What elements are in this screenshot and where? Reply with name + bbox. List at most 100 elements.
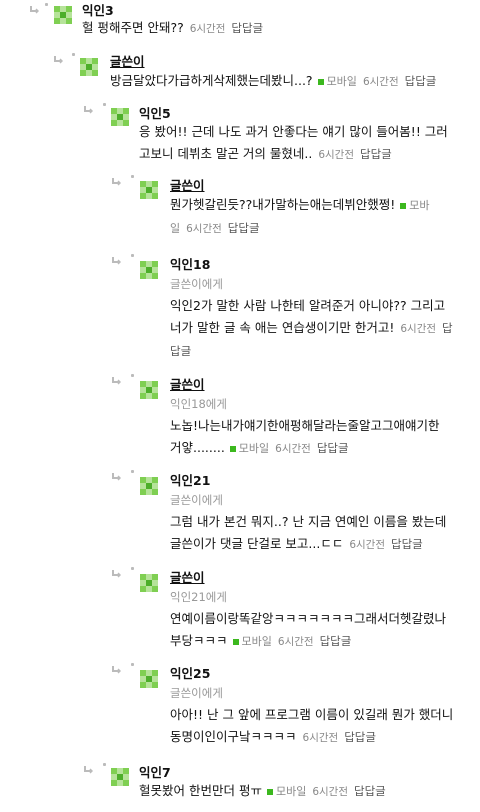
reply-link[interactable]: 답답글	[405, 74, 437, 88]
reply-arrow-icon	[112, 178, 121, 186]
comment-text-line1: 그럼 내가 본건 뭐지..? 난 지금 연예인 이름을 봤는데	[170, 514, 447, 529]
dot-icon	[72, 53, 75, 56]
reply-arrow-icon	[84, 106, 93, 114]
dot-icon	[131, 470, 134, 473]
reply-link[interactable]: 답답글	[360, 147, 392, 161]
reply-arrow-icon	[30, 6, 39, 14]
mobile-label: 모바일	[326, 75, 357, 88]
avatar-icon[interactable]	[140, 181, 158, 199]
comment-body: 방금달았다가급하게삭제했는데봤니...? 모바일 6시간전 답답글	[110, 70, 475, 93]
reply-arrow-icon	[54, 56, 63, 64]
comment-text-line2: 거얗........	[170, 440, 225, 455]
comment-time: 6시간전	[275, 443, 311, 455]
comment-nick[interactable]: 글쓴이	[110, 51, 145, 70]
mobile-badge-icon	[400, 202, 407, 209]
dot-icon	[103, 763, 106, 766]
reply-link-cont[interactable]: 답글	[170, 344, 191, 358]
comment-body: 아아!! 난 그 앞에 프로그램 이름이 있길래 뭔가 했더니 동명이인이구낰ㅋ…	[170, 704, 475, 749]
dot-icon	[45, 3, 48, 6]
reply-arrow-icon	[112, 473, 121, 481]
comment-time: 6시간전	[400, 323, 437, 335]
mobile-label: 모바일	[238, 442, 270, 455]
dot-icon	[131, 254, 134, 257]
comment-text-line1: 연예이름이랑똑같앙ㅋㅋㅋㅋㅋㅋㅋ그래서더헷갈렸나	[170, 611, 447, 626]
comment-text: 방금달았다가급하게삭제했는데봤니...?	[110, 73, 313, 88]
dot-icon	[131, 374, 134, 377]
mobile-label: 모바일	[241, 635, 272, 648]
reply-arrow-icon	[112, 570, 121, 578]
reply-target: 글쓴이에게	[170, 277, 223, 291]
avatar-icon[interactable]	[140, 574, 158, 592]
comment-nick[interactable]: 익인5	[139, 103, 171, 122]
comment-body: 그럼 내가 본건 뭐지..? 난 지금 연예인 이름을 봤는데 글쓴이가 댓글 …	[170, 511, 475, 556]
mobile-badge-icon	[317, 78, 324, 85]
comment-body: 익인2가 말한 사람 나한테 알려준거 아니야?? 그리고 너가 말한 글 속 …	[170, 295, 475, 362]
comment-body: 헐 펑해주면 안돼?? 6시간전 답답글	[82, 17, 472, 40]
comment-time: 6시간전	[302, 732, 339, 744]
mobile-badge-icon	[229, 445, 236, 452]
comment-body: 헐못봤어 한번만더 펑ㅠ 모바일 6시간전 답답글	[139, 780, 474, 803]
comment-nick[interactable]: 글쓴이	[170, 374, 205, 393]
reply-link[interactable]: 답	[442, 321, 453, 335]
reply-arrow-icon	[112, 666, 121, 674]
comment-time: 6시간전	[362, 76, 399, 88]
mobile-label-cont: 일	[170, 222, 181, 235]
mobile-badge-icon	[266, 788, 273, 795]
comment-text-line1: 노놉!나는내가얘기한애펑해달라는줄알고그애얘기한	[170, 418, 440, 433]
comment-nick[interactable]: 익인7	[139, 762, 171, 781]
mobile-badge-icon	[232, 638, 239, 645]
reply-target: 글쓴이에게	[170, 493, 223, 507]
reply-link[interactable]: 답답글	[391, 537, 423, 551]
comment-time: 6시간전	[312, 786, 348, 798]
comment-text-line1: 뭔가헷갈린듯??내가말하는애는데뷔안했쩡!	[170, 197, 396, 212]
avatar-icon[interactable]	[80, 58, 98, 76]
reply-link[interactable]: 답답글	[354, 784, 386, 798]
reply-arrow-icon	[112, 377, 121, 385]
comment-text-line2: 글쓴이가 댓글 단걸로 보고...ㄷㄷ	[170, 536, 344, 551]
comment-nick[interactable]: 익인25	[170, 663, 210, 682]
comment-text: 헐 펑해주면 안돼??	[82, 20, 184, 35]
avatar-icon[interactable]	[140, 477, 158, 495]
reply-link[interactable]: 답답글	[320, 634, 352, 648]
avatar-icon[interactable]	[140, 381, 158, 399]
reply-link[interactable]: 답답글	[231, 21, 263, 35]
comment-time: 6시간전	[189, 23, 226, 35]
comment-text-line1: 익인2가 말한 사람 나한테 알려준거 아니야?? 그리고	[170, 298, 446, 313]
comment-body: 노놉!나는내가얘기한애펑해달라는줄알고그애얘기한 거얗........ 모바일 6시…	[170, 415, 475, 460]
comment-nick[interactable]: 익인21	[170, 470, 210, 489]
avatar-icon[interactable]	[111, 108, 129, 126]
comment-nick[interactable]: 익인18	[170, 254, 210, 273]
reply-link[interactable]: 답답글	[344, 730, 376, 744]
comment-time: 6시간전	[318, 149, 355, 161]
dot-icon	[131, 567, 134, 570]
comment-text-line2: 너가 말한 글 속 애는 연습생이기만 한거고!	[170, 320, 395, 335]
comment-text-line1: 응 봤어!! 근데 나도 과거 안좋다는 얘기 많이 들어봄!! 그러	[139, 124, 448, 139]
reply-link[interactable]: 답답글	[317, 441, 349, 455]
comment-body: 연예이름이랑똑같앙ㅋㅋㅋㅋㅋㅋㅋ그래서더헷갈렸나 부당ㅋㅋㅋ 모바일 6시간전 답답글	[170, 608, 475, 653]
comment-text-line2: 부당ㅋㅋㅋ	[170, 633, 228, 648]
comment-text: 헐못봤어 한번만더 펑ㅠ	[139, 783, 262, 798]
comment-body: 뭔가헷갈린듯??내가말하는애는데뷔안했쩡! 모바 일 6시간전 답답글	[170, 194, 475, 240]
mobile-label: 모바일	[275, 785, 307, 798]
dot-icon	[131, 175, 134, 178]
mobile-label: 모바	[409, 199, 430, 212]
avatar-icon[interactable]	[140, 670, 158, 688]
comment-nick[interactable]: 글쓴이	[170, 175, 205, 194]
avatar-icon[interactable]	[54, 6, 72, 24]
avatar-icon[interactable]	[111, 768, 129, 786]
dot-icon	[103, 103, 106, 106]
reply-arrow-icon	[84, 766, 93, 774]
reply-arrow-icon	[112, 257, 121, 265]
comment-text-line2: 동명이인이구낰ㅋㅋㅋㅋ	[170, 729, 297, 744]
comment-body: 응 봤어!! 근데 나도 과거 안좋다는 얘기 많이 들어봄!! 그러 고보니 …	[139, 121, 474, 166]
reply-link[interactable]: 답답글	[228, 221, 260, 235]
comment-text-line1: 아아!! 난 그 앞에 프로그램 이름이 있길래 뭔가 했더니	[170, 707, 454, 722]
avatar-icon[interactable]	[140, 261, 158, 279]
reply-target: 글쓴이에게	[170, 686, 223, 700]
dot-icon	[131, 663, 134, 666]
comment-time: 6시간전	[186, 223, 222, 235]
comment-text-line2: 고보니 데뷔초 말곤 거의 물혔네..	[139, 146, 313, 161]
comment-time: 6시간전	[277, 636, 314, 648]
comment-nick[interactable]: 글쓴이	[170, 567, 205, 586]
comment-time: 6시간전	[349, 539, 386, 551]
